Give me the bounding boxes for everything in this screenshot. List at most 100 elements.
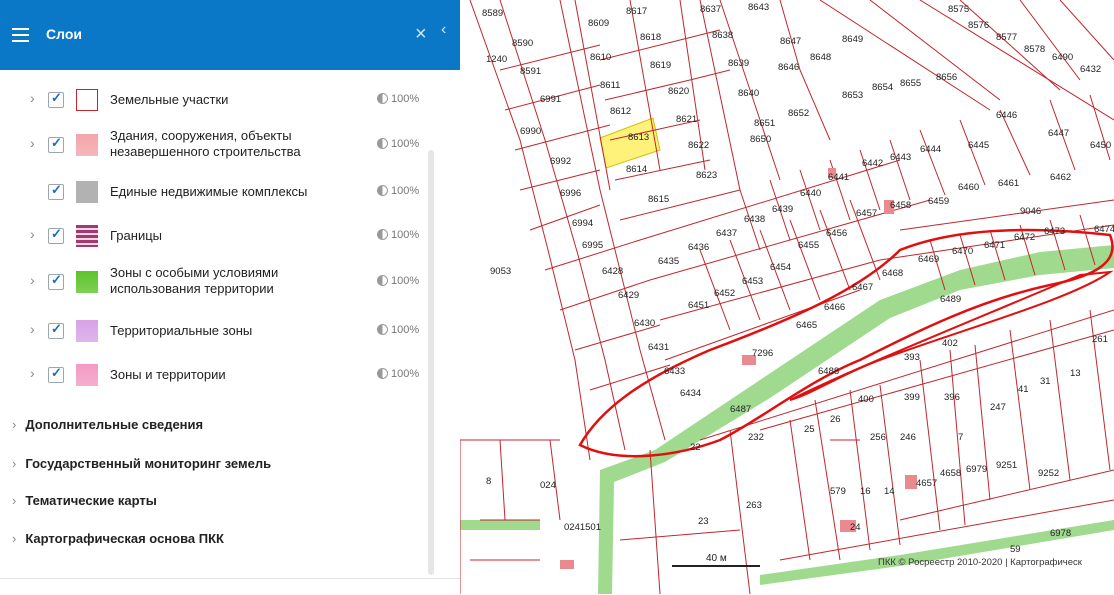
close-icon[interactable]: × bbox=[415, 24, 427, 44]
chevron-right-icon[interactable]: › bbox=[30, 272, 35, 288]
parcel-label[interactable]: 1240 bbox=[486, 54, 507, 65]
parcel-label[interactable]: 8589 bbox=[482, 8, 503, 19]
parcel-label[interactable]: 9251 bbox=[996, 460, 1017, 471]
parcel-label[interactable]: 6433 bbox=[664, 366, 685, 377]
parcel-label[interactable]: 6444 bbox=[920, 144, 941, 155]
parcel-label[interactable]: 6995 bbox=[582, 240, 603, 251]
layer-row[interactable]: › Земельные участки 100% bbox=[0, 80, 440, 120]
parcel-label[interactable]: 6438 bbox=[744, 214, 765, 225]
parcel-label[interactable]: 8614 bbox=[626, 164, 647, 175]
chevron-right-icon[interactable]: › bbox=[12, 417, 16, 432]
parcel-label[interactable]: 6451 bbox=[688, 300, 709, 311]
parcel-label[interactable]: 6447 bbox=[1048, 128, 1069, 139]
parcel-label[interactable]: 14 bbox=[884, 486, 895, 497]
parcel-label[interactable]: 8609 bbox=[588, 18, 609, 29]
layer-checkbox[interactable] bbox=[48, 321, 64, 339]
parcel-label[interactable]: 8639 bbox=[728, 58, 749, 69]
parcel-label[interactable]: 8 bbox=[486, 476, 491, 487]
parcel-label[interactable]: 6439 bbox=[772, 204, 793, 215]
parcel-label[interactable]: 6460 bbox=[958, 182, 979, 193]
parcel-label[interactable]: 6996 bbox=[560, 188, 581, 199]
parcel-label[interactable]: 579 bbox=[830, 486, 846, 497]
parcel-label[interactable]: 024 bbox=[540, 480, 556, 491]
parcel-label[interactable]: 6457 bbox=[856, 208, 877, 219]
parcel-label[interactable]: 6465 bbox=[796, 320, 817, 331]
parcel-label[interactable]: 6430 bbox=[634, 318, 655, 329]
parcel-label[interactable]: 8653 bbox=[842, 90, 863, 101]
parcel-label[interactable]: 247 bbox=[990, 402, 1006, 413]
parcel-label[interactable]: 6441 bbox=[828, 172, 849, 183]
parcel-label[interactable]: 6469 bbox=[918, 254, 939, 265]
layer-row[interactable]: Единые недвижимые комплексы 100% bbox=[0, 172, 440, 212]
parcel-label[interactable]: 0241501 bbox=[564, 522, 601, 533]
layer-checkbox[interactable] bbox=[48, 182, 64, 200]
layer-checkbox[interactable] bbox=[48, 272, 64, 290]
parcel-label[interactable]: 6461 bbox=[998, 178, 1019, 189]
parcel-label[interactable]: 26 bbox=[830, 414, 841, 425]
chevron-right-icon[interactable]: › bbox=[12, 493, 16, 508]
parcel-label[interactable]: 8623 bbox=[696, 170, 717, 181]
layer-opacity[interactable]: 100% bbox=[377, 229, 419, 241]
parcel-label[interactable]: 16 bbox=[860, 486, 871, 497]
layer-row[interactable]: › Границы 100% bbox=[0, 216, 440, 256]
parcel-label[interactable]: 59 bbox=[1010, 544, 1021, 555]
parcel-label[interactable]: 8650 bbox=[750, 134, 771, 145]
parcel-label[interactable]: 6429 bbox=[618, 290, 639, 301]
chevron-right-icon[interactable]: › bbox=[30, 135, 35, 151]
parcel-label[interactable]: 6435 bbox=[658, 256, 679, 267]
parcel-label[interactable]: 6431 bbox=[648, 342, 669, 353]
parcel-label[interactable]: 8615 bbox=[648, 194, 669, 205]
parcel-label[interactable]: 6470 bbox=[952, 246, 973, 257]
parcel-label[interactable]: 8649 bbox=[842, 34, 863, 45]
parcel-label[interactable]: 6455 bbox=[798, 240, 819, 251]
chevron-right-icon[interactable]: › bbox=[30, 365, 35, 381]
parcel-label[interactable]: 6978 bbox=[1050, 528, 1071, 539]
parcel-label[interactable]: 8622 bbox=[688, 140, 709, 151]
section-header[interactable]: › Картографическая основа ПКК bbox=[12, 531, 224, 546]
parcel-label[interactable]: 6992 bbox=[550, 156, 571, 167]
section-header[interactable]: › Дополнительные сведения bbox=[12, 417, 203, 432]
chevron-right-icon[interactable]: › bbox=[30, 90, 35, 106]
parcel-label[interactable]: 41 bbox=[1018, 384, 1029, 395]
parcel-label[interactable]: 8646 bbox=[778, 62, 799, 73]
section-header[interactable]: › Государственный мониторинг земель bbox=[12, 456, 271, 471]
chevron-right-icon[interactable]: › bbox=[12, 456, 16, 471]
parcel-label[interactable]: 402 bbox=[942, 338, 958, 349]
parcel-label[interactable]: 8618 bbox=[640, 32, 661, 43]
parcel-label[interactable]: 8613 bbox=[628, 132, 649, 143]
parcel-label[interactable]: 6471 bbox=[984, 240, 1005, 251]
layer-checkbox[interactable] bbox=[48, 365, 64, 383]
layer-opacity[interactable]: 100% bbox=[377, 138, 419, 150]
parcel-label[interactable]: 256 bbox=[870, 432, 886, 443]
parcel-label[interactable]: 31 bbox=[1040, 376, 1051, 387]
parcel-label[interactable]: 8575 bbox=[948, 4, 969, 15]
parcel-label[interactable]: 6456 bbox=[826, 228, 847, 239]
layer-checkbox[interactable] bbox=[48, 135, 64, 153]
parcel-label[interactable]: 6467 bbox=[852, 282, 873, 293]
parcel-label[interactable]: 6472 bbox=[1014, 232, 1035, 243]
parcel-label[interactable]: 261 bbox=[1092, 334, 1108, 345]
parcel-label[interactable]: 6466 bbox=[824, 302, 845, 313]
parcel-label[interactable]: 396 bbox=[944, 392, 960, 403]
parcel-label[interactable]: 6437 bbox=[716, 228, 737, 239]
parcel-label[interactable]: 8651 bbox=[754, 118, 775, 129]
parcel-label[interactable]: 8611 bbox=[600, 80, 620, 91]
parcel-label[interactable]: 8648 bbox=[810, 52, 831, 63]
layer-row[interactable]: › Зоны с особыми условиями использования … bbox=[0, 262, 440, 302]
parcel-label[interactable]: 8654 bbox=[872, 82, 893, 93]
chevron-right-icon[interactable]: › bbox=[30, 226, 35, 242]
layer-opacity[interactable]: 100% bbox=[377, 368, 419, 380]
parcel-label[interactable]: 8577 bbox=[996, 32, 1017, 43]
layer-opacity[interactable]: 100% bbox=[377, 93, 419, 105]
parcel-label[interactable]: 8621 bbox=[676, 114, 697, 125]
parcel-label[interactable]: 8578 bbox=[1024, 44, 1045, 55]
parcel-label[interactable]: 6979 bbox=[966, 464, 987, 475]
parcel-label[interactable]: 9053 bbox=[490, 266, 511, 277]
parcel-label[interactable]: 8620 bbox=[668, 86, 689, 97]
parcel-label[interactable]: 8590 bbox=[512, 38, 533, 49]
parcel-label[interactable]: 6436 bbox=[688, 242, 709, 253]
parcel-label[interactable]: 8647 bbox=[780, 36, 801, 47]
parcel-label[interactable]: 8612 bbox=[610, 106, 631, 117]
parcel-label[interactable]: 8610 bbox=[590, 52, 611, 63]
layer-checkbox[interactable] bbox=[48, 226, 64, 244]
